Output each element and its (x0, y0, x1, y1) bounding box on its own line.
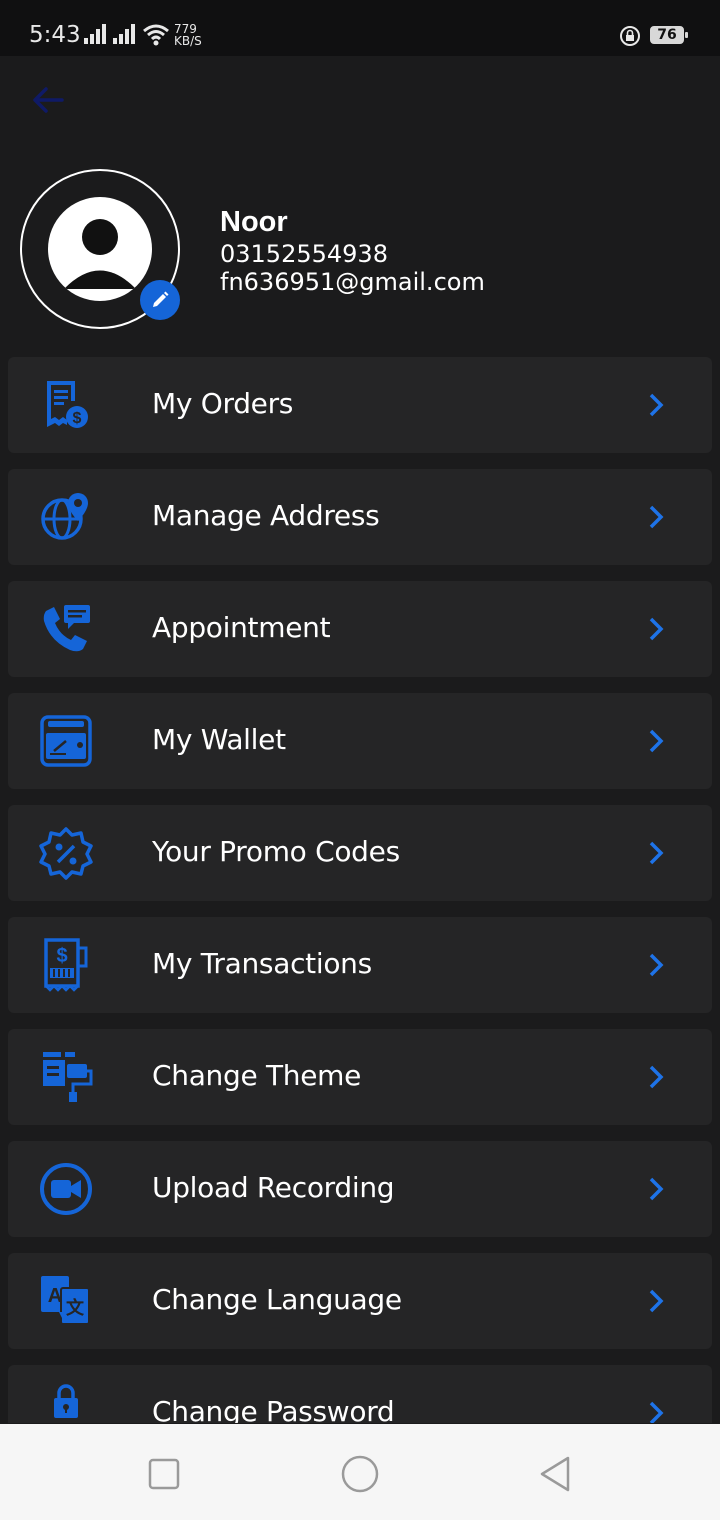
menu-item-label: Change Language (152, 1283, 402, 1316)
chevron-right-icon (649, 841, 664, 865)
menu-item-label: Appointment (152, 611, 331, 644)
transaction-receipt-icon: $ (36, 935, 96, 995)
lock-icon (36, 1371, 96, 1423)
signal-icon (113, 24, 135, 44)
battery-icon: 76 (650, 26, 688, 44)
wifi-icon (143, 24, 169, 46)
recent-apps-icon[interactable] (144, 1454, 184, 1494)
rotation-lock-icon (620, 26, 640, 46)
receipt-dollar-icon: $ (36, 375, 96, 435)
svg-text:文: 文 (66, 1297, 85, 1319)
svg-text:$: $ (56, 945, 67, 967)
home-icon[interactable] (340, 1454, 380, 1494)
paint-roller-icon (36, 1047, 96, 1107)
chevron-right-icon (649, 505, 664, 529)
network-speed: 779 KB/S (174, 23, 202, 47)
chevron-right-icon (649, 1177, 664, 1201)
menu-item-label: Change Password (152, 1395, 395, 1423)
status-bar: 5:43 779 KB/S 76 (0, 0, 720, 56)
menu-item-upload-recording[interactable]: Upload Recording (8, 1141, 712, 1237)
menu-item-appointment[interactable]: Appointment (8, 581, 712, 677)
menu-item-label: My Orders (152, 387, 294, 420)
chevron-right-icon (649, 393, 664, 417)
menu-item-change-theme[interactable]: Change Theme (8, 1029, 712, 1125)
menu-item-label: My Wallet (152, 723, 286, 756)
profile-name: Noor (220, 206, 288, 238)
chevron-right-icon (649, 1289, 664, 1313)
menu-item-change-language[interactable]: A 文 Change Language (8, 1253, 712, 1349)
svg-text:$: $ (73, 410, 82, 427)
pencil-icon (153, 291, 169, 307)
translate-icon: A 文 (36, 1271, 96, 1331)
profile-email: fn636951@gmail.com (220, 268, 485, 296)
edit-profile-button[interactable] (140, 280, 180, 320)
back-arrow-icon[interactable] (28, 80, 72, 120)
network-speed-unit: KB/S (174, 34, 202, 48)
status-time: 5:43 (29, 22, 81, 48)
video-camera-icon (36, 1159, 96, 1219)
globe-location-icon (36, 487, 96, 547)
promo-badge-icon (36, 823, 96, 883)
menu-item-label: Your Promo Codes (152, 835, 400, 868)
avatar-placeholder (48, 197, 152, 301)
menu-item-label: Upload Recording (152, 1171, 395, 1204)
menu-item-change-password[interactable]: Change Password (8, 1365, 712, 1423)
menu-item-promo-codes[interactable]: Your Promo Codes (8, 805, 712, 901)
wallet-icon (36, 711, 96, 771)
chevron-right-icon (649, 1401, 664, 1423)
menu-item-my-wallet[interactable]: My Wallet (8, 693, 712, 789)
menu-item-manage-address[interactable]: Manage Address (8, 469, 712, 565)
chevron-right-icon (649, 729, 664, 753)
chevron-right-icon (649, 953, 664, 977)
menu-item-my-transactions[interactable]: $ My Transactions (8, 917, 712, 1013)
profile-phone: 03152554938 (220, 240, 388, 268)
phone-message-icon (36, 599, 96, 659)
user-icon (64, 219, 136, 289)
settings-menu: $ My Orders Manage Address Appointment M… (8, 357, 712, 1423)
back-icon[interactable] (536, 1454, 576, 1494)
menu-item-label: Change Theme (152, 1059, 362, 1092)
system-nav-bar (0, 1424, 720, 1520)
signal-icon (84, 24, 106, 44)
chevron-right-icon (649, 1065, 664, 1089)
menu-item-my-orders[interactable]: $ My Orders (8, 357, 712, 453)
menu-item-label: Manage Address (152, 499, 380, 532)
chevron-right-icon (649, 617, 664, 641)
menu-item-label: My Transactions (152, 947, 372, 980)
